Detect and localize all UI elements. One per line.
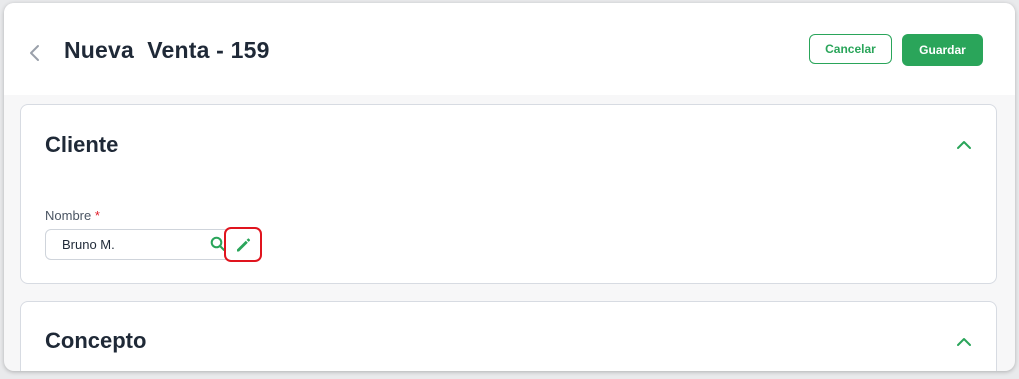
collapse-cliente-button[interactable] bbox=[956, 137, 972, 153]
concepto-section-title: Concepto bbox=[45, 328, 147, 353]
save-button[interactable]: Guardar bbox=[902, 34, 983, 66]
cancel-button[interactable]: Cancelar bbox=[809, 34, 892, 64]
required-mark: * bbox=[94, 208, 100, 223]
chevron-up-icon bbox=[957, 141, 971, 149]
back-button[interactable] bbox=[28, 43, 42, 63]
page-header: Nueva Venta - 159 Cancelar Guardar bbox=[4, 3, 1015, 95]
cliente-section: Cliente Nombre * bbox=[20, 104, 997, 284]
pencil-icon bbox=[237, 237, 251, 251]
chevron-left-icon bbox=[30, 45, 39, 61]
chevron-up-icon bbox=[957, 338, 971, 346]
collapse-concepto-button[interactable] bbox=[956, 334, 972, 350]
concepto-section: Concepto bbox=[20, 301, 997, 371]
sale-form-window: Nueva Venta - 159 Cancelar Guardar Clien… bbox=[4, 3, 1015, 371]
page-title: Nueva Venta - 159 bbox=[64, 37, 270, 63]
nombre-label-text: Nombre bbox=[45, 208, 92, 223]
nombre-label: Nombre * bbox=[45, 208, 100, 223]
nombre-input[interactable] bbox=[45, 229, 233, 260]
cliente-section-title: Cliente bbox=[45, 132, 119, 157]
edit-client-button[interactable] bbox=[224, 227, 262, 262]
